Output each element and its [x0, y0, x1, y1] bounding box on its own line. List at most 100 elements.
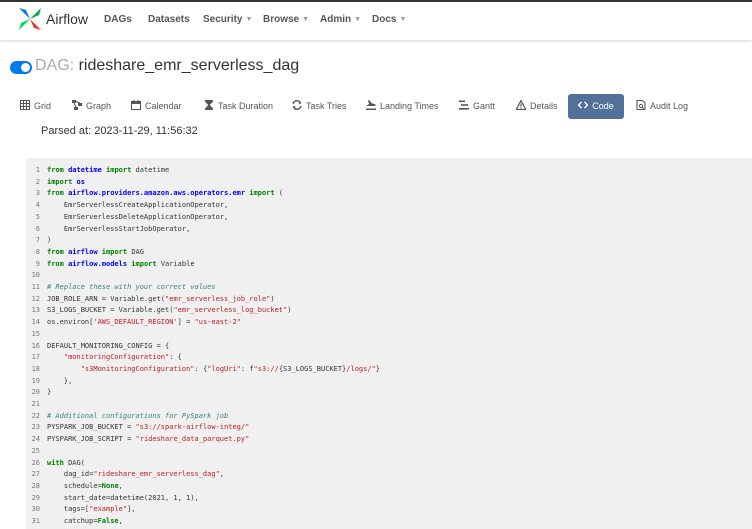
code-token: ) [47, 236, 52, 245]
code-token: EmrServerlessCreateApplicationOperator, [47, 201, 229, 210]
nav-docs[interactable]: Docs ▼ [372, 14, 406, 25]
line-source: PYSPARK_JOB_BUCKET = "s3://spark-airflow… [47, 422, 249, 434]
tab-code[interactable]: Code [568, 94, 624, 119]
tab-task-duration[interactable]: Task Duration [204, 94, 273, 119]
line-number: 3 [35, 189, 40, 198]
line-source: from datetime import datetime [47, 165, 169, 177]
chevron-down-icon: ▼ [245, 16, 253, 23]
parsed-at-text: Parsed at: 2023-11-29, 11:56:32 [41, 125, 198, 137]
tab-details[interactable]: Details [516, 94, 558, 119]
line-number: 8 [35, 247, 40, 256]
line-number: 16 [31, 341, 40, 350]
line-number: 24 [31, 435, 40, 444]
line-number: 26 [31, 458, 40, 467]
tab-grid[interactable]: Grid [20, 94, 51, 119]
code-token: S3_LOGS_BUCKET = Variable.get( [47, 306, 174, 315]
line-source: JOB_ROLE_ARN = Variable.get("emr_serverl… [47, 294, 275, 306]
tab-label: Task Duration [218, 101, 274, 111]
tab-graph[interactable]: Graph [72, 94, 111, 119]
landing-icon [366, 100, 376, 110]
line-source: } [47, 387, 51, 399]
line-number: 13 [31, 306, 40, 315]
line-source: DEFAULT_MONITORING_CONFIG = { [47, 341, 169, 353]
nav-label: Security [203, 14, 243, 25]
tab-landing-times[interactable]: Landing Times [366, 94, 439, 119]
line-source: from airflow import DAG [47, 247, 144, 259]
code-token: DEFAULT_MONITORING_CONFIG = { [47, 341, 170, 350]
line-source: dag_id="rideshare_emr_serverless_dag", [47, 469, 224, 481]
line-source: EmrServerlessStartJobOperator, [47, 224, 190, 236]
code-token: {S3_LOGS_BUCKET} [278, 364, 347, 373]
line-number: 23 [31, 423, 40, 432]
line-number: 9 [35, 259, 40, 268]
code-token: "s3MonitoringConfiguration" [80, 364, 195, 373]
tab-label: Graph [86, 101, 112, 111]
code-token: ], [127, 505, 136, 514]
code-token: PYSPARK_JOB_BUCKET = [47, 423, 136, 432]
code-token: os.environ[ [47, 318, 94, 327]
code-token: : { [194, 364, 208, 373]
nav-label: Admin [320, 14, 352, 25]
code-token: import [97, 247, 132, 256]
warning-icon [516, 100, 526, 110]
code-token: # Additional configurations for PySpark … [47, 411, 229, 420]
dag-view-tabs: Grid Graph Calendar Task Duration Task Tries… [0, 94, 752, 120]
nav-browse[interactable]: Browse ▼ [263, 14, 309, 25]
code-token: PYSPARK_JOB_SCRIPT = [47, 435, 136, 444]
line-source: start_date=datetime(2021, 1, 1), [47, 493, 199, 505]
chevron-down-icon: ▼ [399, 16, 407, 23]
tab-task-tries[interactable]: Task Tries [292, 94, 347, 119]
line-number: 28 [31, 481, 40, 490]
tab-label: Grid [34, 101, 52, 111]
audit-log-icon [636, 100, 646, 110]
code-token: airflow [68, 247, 98, 256]
tab-gantt[interactable]: Gantt [459, 94, 495, 119]
tab-calendar[interactable]: Calendar [131, 94, 182, 119]
graph-icon [72, 100, 82, 110]
nav-dags[interactable]: DAGs [104, 14, 132, 25]
nav-admin[interactable]: Admin ▼ [320, 14, 361, 25]
line-number: 6 [35, 224, 40, 233]
line-number: 20 [31, 388, 40, 397]
code-token: airflow.models [68, 259, 128, 268]
code-token: tags=[ [47, 505, 90, 514]
line-source: catchup=False, [47, 516, 123, 528]
code-token: , [118, 481, 123, 490]
tab-label: Landing Times [380, 101, 439, 111]
nav-datasets[interactable]: Datasets [148, 14, 190, 25]
gantt-icon [459, 100, 469, 110]
code-token: "s3://spark-airflow-integ/" [135, 423, 250, 432]
code-token: DAG( [68, 458, 85, 467]
code-token: , [118, 517, 123, 525]
code-token: catchup= [47, 517, 98, 525]
line-number: 22 [31, 411, 40, 420]
line-source: tags=["example"], [47, 504, 136, 516]
line-number: 21 [31, 400, 40, 408]
code-token: None [101, 481, 119, 490]
code-token: "rideshare_emr_serverless_dag" [93, 470, 220, 479]
code-token: } [375, 364, 381, 373]
code-token: EmrServerlessStartJobOperator, [47, 224, 191, 233]
line-source: from airflow.models import Variable [47, 259, 195, 271]
line-source: "monitoringConfiguration": { [47, 352, 182, 364]
code-token: Variable [160, 259, 195, 268]
code-token: datetime [135, 166, 170, 174]
line-source: EmrServerlessDeleteApplicationOperator, [47, 212, 228, 224]
tab-audit-log[interactable]: Audit Log [636, 94, 688, 119]
chevron-down-icon: ▼ [302, 16, 310, 23]
code-token: os [76, 177, 85, 186]
nav-label: Docs [372, 14, 397, 25]
code-token: start_date=datetime(2021, 1, 1), [47, 493, 199, 502]
nav-security[interactable]: Security ▼ [203, 14, 252, 25]
line-source: ) [47, 235, 51, 247]
tab-label: Audit Log [650, 101, 689, 111]
line-number: 18 [31, 364, 40, 373]
code-token: from [47, 189, 69, 198]
brand-name[interactable]: Airflow [46, 11, 88, 27]
airflow-logo-icon[interactable] [17, 6, 43, 32]
dag-pause-toggle[interactable] [10, 61, 32, 74]
line-number: 12 [31, 294, 40, 303]
code-viewer[interactable]: 1 from datetime import datetime 2 import os… [26, 158, 752, 529]
tab-label: Gantt [473, 101, 496, 111]
